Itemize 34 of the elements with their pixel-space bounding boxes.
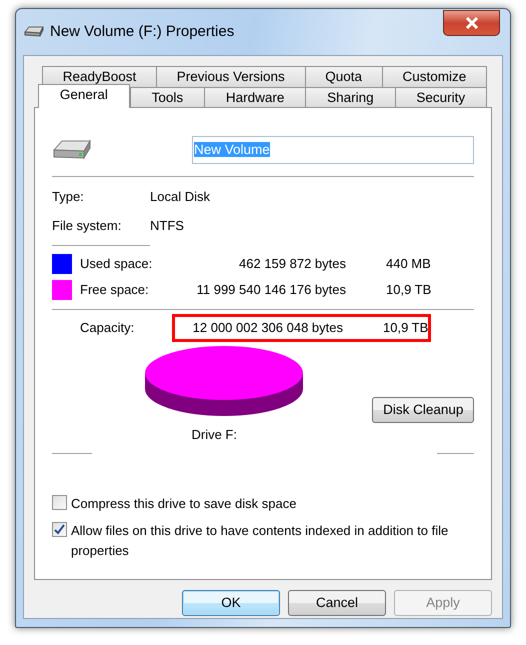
tab[interactable]: Customize bbox=[382, 66, 487, 87]
tab[interactable]: General bbox=[38, 84, 130, 108]
checkbox-label: Compress this drive to save disk space bbox=[71, 494, 296, 513]
space-label: Used space: bbox=[80, 255, 154, 274]
close-button[interactable] bbox=[443, 10, 500, 36]
capacity-label: Capacity: bbox=[80, 319, 136, 338]
byte-count: 11 999 540 146 176 bytes bbox=[196, 281, 346, 300]
close-icon bbox=[464, 17, 478, 29]
field-value: NTFS bbox=[150, 216, 185, 234]
space-label: Free space: bbox=[80, 281, 150, 300]
disk-cleanup-button[interactable]: Disk Cleanup bbox=[372, 397, 474, 423]
tab[interactable]: Tools bbox=[130, 87, 205, 108]
checkbox-label: Allow files on this drive to have contents indexed in addition to file properties bbox=[71, 522, 450, 560]
drive-label: Drive F: bbox=[191, 426, 237, 444]
tab[interactable]: Quota bbox=[304, 66, 383, 87]
size-value: 10,9 TB bbox=[386, 281, 432, 300]
tab[interactable]: Sharing bbox=[305, 87, 396, 108]
tab[interactable]: Previous Versions bbox=[156, 66, 306, 87]
tab[interactable]: Hardware bbox=[204, 87, 306, 108]
field-value: Local Disk bbox=[150, 188, 211, 206]
dialog-button[interactable]: Cancel bbox=[288, 590, 386, 616]
size-value: 10,9 TB bbox=[383, 319, 428, 338]
byte-count: 12 000 002 306 048 bytes bbox=[192, 319, 343, 338]
tab[interactable]: Security bbox=[394, 87, 487, 108]
checkbox[interactable] bbox=[52, 494, 67, 510]
window-title: New Volume (F:) Properties bbox=[50, 22, 236, 42]
byte-count: 462 159 872 bytes bbox=[238, 255, 346, 274]
field-label: File system: bbox=[52, 216, 122, 235]
check-icon bbox=[54, 524, 65, 535]
field-label: Type: bbox=[52, 188, 85, 206]
dialog-button[interactable]: OK bbox=[182, 590, 280, 616]
size-value: 440 MB bbox=[386, 255, 432, 274]
drive-icon bbox=[24, 26, 44, 38]
checkbox[interactable] bbox=[52, 522, 67, 537]
